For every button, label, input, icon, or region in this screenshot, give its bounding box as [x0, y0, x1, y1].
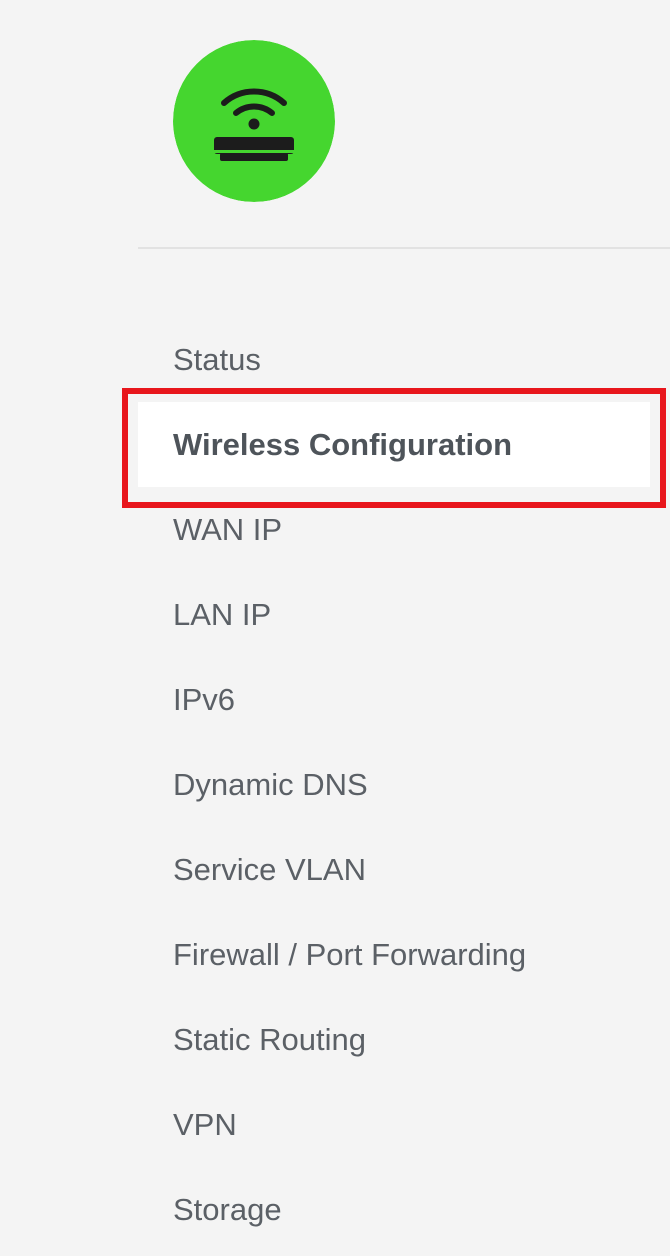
sidebar-item-service-vlan[interactable]: Service VLAN — [0, 827, 670, 912]
sidebar-divider — [138, 247, 670, 249]
sidebar-nav: Status Wireless Configuration WAN IP LAN… — [0, 317, 670, 1252]
sidebar-item-label: LAN IP — [173, 597, 272, 632]
sidebar-item-wan-ip[interactable]: WAN IP — [0, 487, 670, 572]
wifi-router-icon — [173, 40, 335, 202]
sidebar-item-label: Firewall / Port Forwarding — [173, 937, 527, 972]
sidebar: Status Wireless Configuration WAN IP LAN… — [0, 0, 670, 1256]
sidebar-item-label: Storage — [173, 1192, 282, 1227]
sidebar-item-firewall-port-forwarding[interactable]: Firewall / Port Forwarding — [0, 912, 670, 997]
sidebar-item-label: Status — [173, 342, 261, 377]
sidebar-item-label: Wireless Configuration — [173, 427, 513, 462]
sidebar-item-label: VPN — [173, 1107, 237, 1142]
sidebar-item-lan-ip[interactable]: LAN IP — [0, 572, 670, 657]
sidebar-item-label: Service VLAN — [173, 852, 366, 887]
sidebar-item-label: WAN IP — [173, 512, 283, 547]
router-logo — [173, 40, 335, 202]
sidebar-item-vpn[interactable]: VPN — [0, 1082, 670, 1167]
sidebar-item-label: Static Routing — [173, 1022, 366, 1057]
sidebar-item-wireless-configuration[interactable]: Wireless Configuration — [0, 402, 670, 487]
sidebar-item-static-routing[interactable]: Static Routing — [0, 997, 670, 1082]
sidebar-item-ipv6[interactable]: IPv6 — [0, 657, 670, 742]
sidebar-item-status[interactable]: Status — [0, 317, 670, 402]
sidebar-item-label: Dynamic DNS — [173, 767, 368, 802]
sidebar-item-dynamic-dns[interactable]: Dynamic DNS — [0, 742, 670, 827]
sidebar-item-label: IPv6 — [173, 682, 236, 717]
sidebar-item-storage[interactable]: Storage — [0, 1167, 670, 1252]
